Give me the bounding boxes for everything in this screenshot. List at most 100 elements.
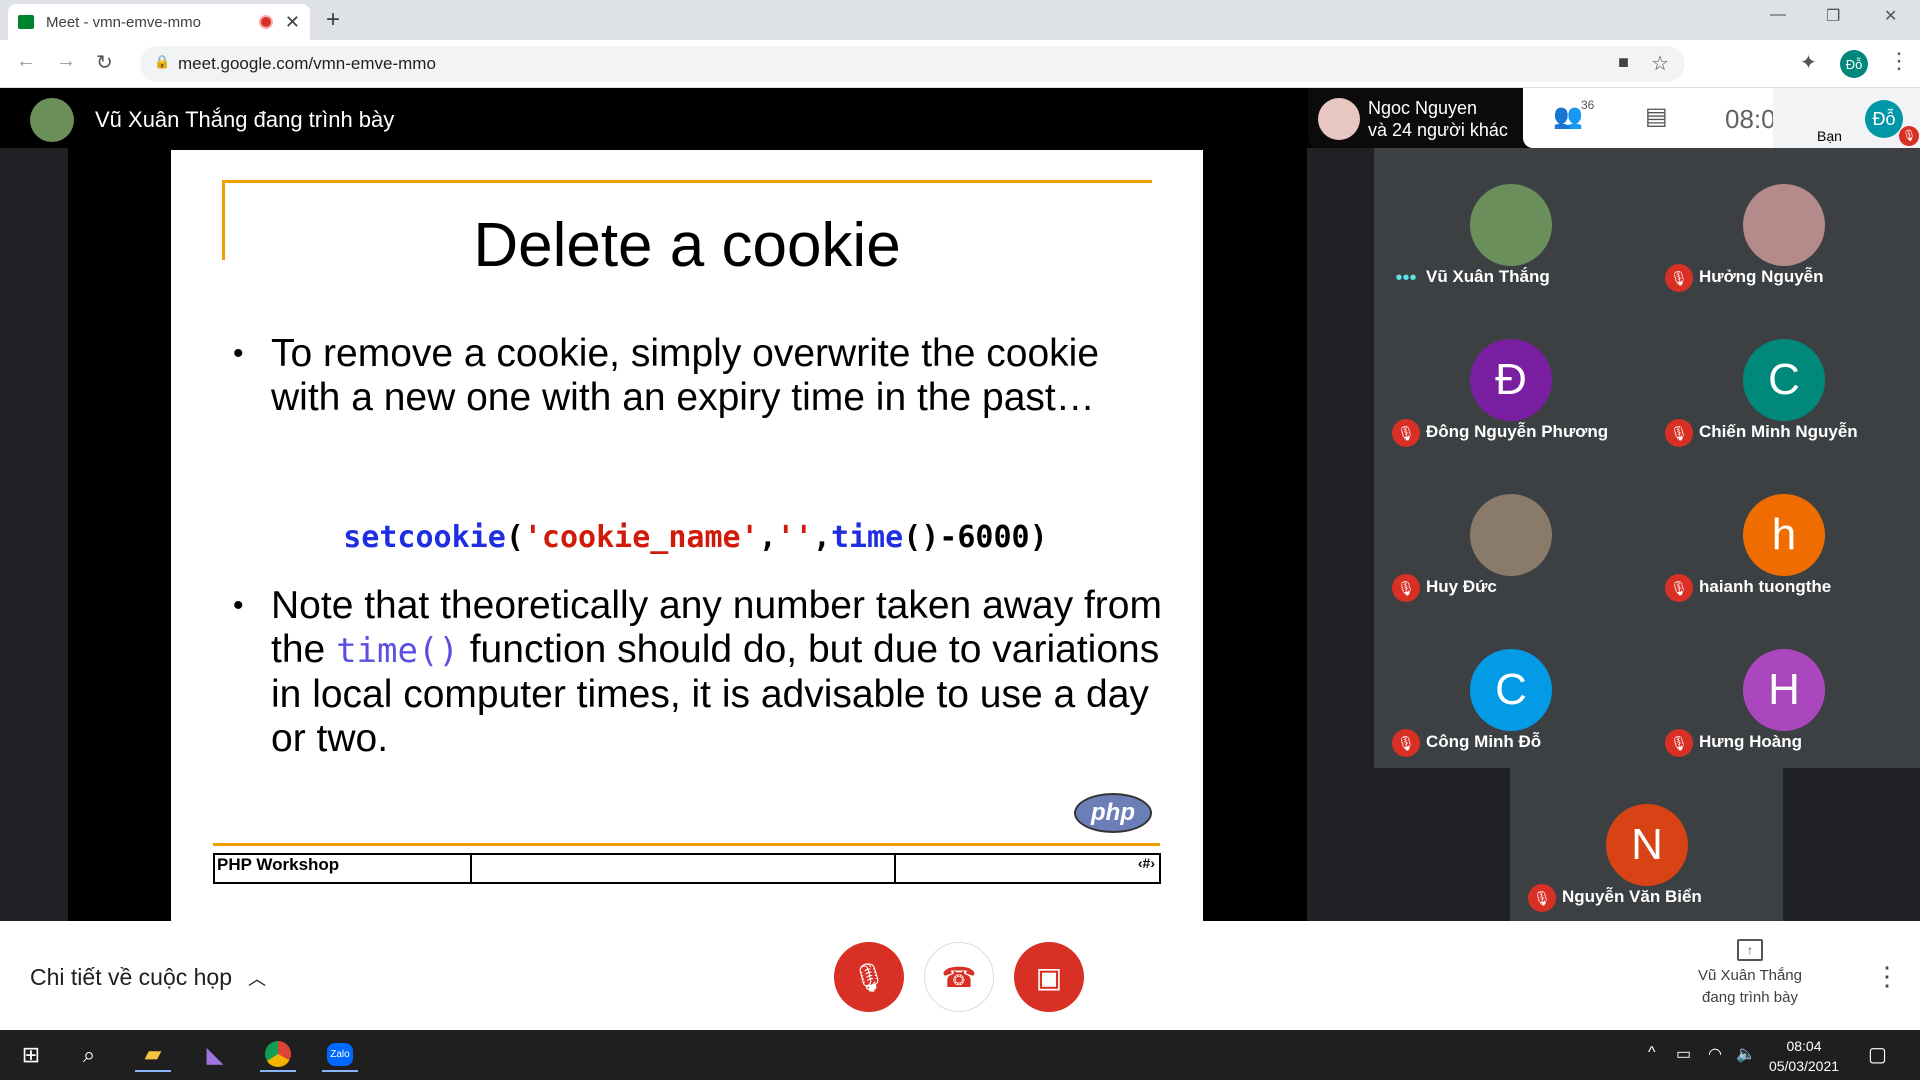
windows-start-icon[interactable]: ⊞ [13, 1038, 49, 1072]
muted-mic-icon: 🎙 [1528, 884, 1556, 912]
browser-tab[interactable]: Meet - vmn-emve-mmo ✕ [8, 4, 310, 40]
speaking-indicator-icon: ••• [1395, 266, 1417, 289]
meeting-details-label: Chi tiết về cuộc họp [30, 964, 233, 990]
clock-time: 08:04 [1786, 1038, 1822, 1054]
participant-name: Chiến Minh Nguyễn [1699, 422, 1858, 441]
code-function: setcookie [343, 520, 506, 555]
muted-mic-icon: 🎙 [1665, 729, 1693, 757]
code-empty-string: '' [776, 520, 813, 555]
file-explorer-icon[interactable]: ▰ [135, 1038, 171, 1072]
url-input[interactable]: 🔒 meet.google.com/vmn-emve-mmo ■ ☆ [140, 46, 1685, 82]
search-icon[interactable]: ⌕ [71, 1038, 107, 1072]
self-view[interactable]: Bạn Đỗ 🎙 [1773, 88, 1920, 148]
camera-off-icon: ▣ [1035, 961, 1063, 993]
camera-icon[interactable]: ■ [1618, 52, 1629, 73]
presenter-status: đang trình bày [1702, 989, 1798, 1006]
self-muted-icon: 🎙 [1899, 126, 1919, 146]
muted-mic-icon: 🎙 [1665, 574, 1693, 602]
presenter-avatar [30, 98, 74, 142]
footer-center [472, 855, 896, 882]
participant-tile[interactable]: C 🎙 Công Minh Đỗ [1374, 613, 1647, 768]
url-text: meet.google.com/vmn-emve-mmo [178, 54, 436, 73]
more-options-icon[interactable]: ⋮ [1874, 961, 1900, 992]
active-speakers: Ngoc Nguyen và 24 người khác [1308, 88, 1523, 148]
minimize-button[interactable]: — [1770, 6, 1786, 24]
wifi-icon[interactable]: ◠ [1708, 1044, 1722, 1064]
close-tab-icon[interactable]: ✕ [285, 12, 300, 33]
zalo-icon[interactable]: Zalo [322, 1038, 358, 1072]
new-tab-button[interactable]: + [326, 6, 340, 34]
profile-avatar[interactable]: Đỗ [1840, 50, 1868, 78]
participant-avatar [1470, 184, 1552, 266]
slide-code: setcookie('cookie_name','',time()-6000) [271, 485, 1048, 590]
people-icon[interactable]: 👥 [1553, 102, 1583, 131]
participant-avatar: N [1606, 804, 1688, 886]
camera-toggle-button[interactable]: ▣ [1014, 942, 1084, 1012]
address-bar-row: ← → ↻ 🔒 meet.google.com/vmn-emve-mmo ■ ☆… [0, 40, 1920, 88]
participant-count: 36 [1581, 98, 1595, 112]
chrome-icon[interactable] [260, 1038, 296, 1072]
muted-mic-icon: 🎙 [1392, 574, 1420, 602]
meeting-details-button[interactable]: Chi tiết về cuộc họp ︿ [30, 964, 266, 991]
participant-tile[interactable]: Đ 🎙 Đông Nguyễn Phương [1374, 303, 1647, 458]
notification-icon[interactable]: ▢ [1868, 1042, 1887, 1067]
you-label: Bạn [1817, 128, 1842, 144]
forward-icon[interactable]: → [56, 50, 76, 73]
php-logo: php [1074, 793, 1152, 833]
clock-date: 05/03/2021 [1768, 1058, 1840, 1074]
participant-tile[interactable]: N 🎙 Nguyễn Văn Biển [1510, 768, 1783, 923]
participant-name: Hưởng Nguyễn [1699, 267, 1824, 286]
slide-frame-top [222, 180, 1152, 183]
participant-tile[interactable]: C 🎙 Chiến Minh Nguyễn [1647, 303, 1920, 458]
slide-footer-line [213, 843, 1160, 846]
presenter-name: Vũ Xuân Thắng [1698, 967, 1802, 984]
participant-tile[interactable]: 🎙 Huy Đức [1374, 458, 1647, 613]
chevron-up-icon: ︿ [248, 969, 267, 989]
code-rest: ()-6000) [903, 520, 1048, 555]
close-window-button[interactable]: ✕ [1884, 6, 1897, 26]
participant-tile[interactable]: h 🎙 haianh tuongthe [1647, 458, 1920, 613]
presenting-label: Vũ Xuân Thắng đang trình bày [95, 107, 395, 132]
header-controls: 👥 36 ▤ 08:04 [1523, 88, 1790, 148]
participant-name: haianh tuongthe [1699, 577, 1832, 596]
muted-mic-icon: 🎙 [1392, 729, 1420, 757]
participant-avatar: h [1743, 494, 1825, 576]
zalo-label: Zalo [327, 1042, 353, 1066]
code-comma: , [758, 520, 777, 555]
participant-name: Vũ Xuân Thắng [1426, 267, 1550, 286]
participant-name: Huy Đức [1426, 577, 1497, 596]
leave-call-button[interactable]: ☎ [924, 942, 994, 1012]
speaker-name: Ngoc Nguyen [1368, 98, 1478, 118]
code-comma: , [812, 520, 831, 555]
browser-tab-bar: Meet - vmn-emve-mmo ✕ + — ❐ ✕ [0, 0, 1920, 40]
bookmark-star-icon[interactable]: ☆ [1651, 51, 1669, 76]
participant-tile[interactable]: ••• Vũ Xuân Thắng [1374, 148, 1647, 303]
participant-name: Công Minh Đỗ [1426, 732, 1542, 751]
code-paren: ( [505, 520, 524, 555]
reload-icon[interactable]: ↻ [96, 50, 113, 75]
extensions-icon[interactable]: ✦ [1800, 50, 1817, 75]
participant-avatar: C [1470, 649, 1552, 731]
browser-menu-icon[interactable]: ⋮ [1888, 48, 1910, 74]
volume-icon[interactable]: 🔈 [1736, 1044, 1756, 1064]
shared-slide: Delete a cookie To remove a cookie, simp… [171, 150, 1203, 921]
hang-up-icon: ☎ [941, 961, 977, 993]
participant-avatar: H [1743, 649, 1825, 731]
speaker-others: và 24 người khác [1368, 120, 1508, 140]
back-icon[interactable]: ← [16, 50, 36, 73]
mic-toggle-button[interactable]: 🎙 [834, 942, 904, 1012]
slide-footer-table: PHP Workshop ‹#› [213, 853, 1161, 884]
taskbar-clock[interactable]: 08:04 05/03/2021 [1764, 1036, 1844, 1076]
restore-button[interactable]: ❐ [1826, 6, 1840, 26]
speaker-avatar [1318, 98, 1360, 140]
tray-chevron-icon[interactable]: ^ [1648, 1044, 1656, 1062]
participant-tile[interactable]: 🎙 Hưởng Nguyễn [1647, 148, 1920, 303]
muted-mic-icon: 🎙 [1665, 419, 1693, 447]
participant-name: Nguyễn Văn Biển [1562, 887, 1702, 906]
battery-icon[interactable]: ▭ [1676, 1044, 1691, 1064]
visual-studio-icon[interactable]: ◣ [197, 1038, 233, 1072]
chat-icon[interactable]: ▤ [1645, 102, 1668, 131]
participant-name: Đông Nguyễn Phương [1426, 422, 1609, 441]
presenting-info-button[interactable]: ↑ Vũ Xuân Thắng đang trình bày [1660, 939, 1840, 1009]
participant-tile[interactable]: H 🎙 Hưng Hoàng [1647, 613, 1920, 768]
